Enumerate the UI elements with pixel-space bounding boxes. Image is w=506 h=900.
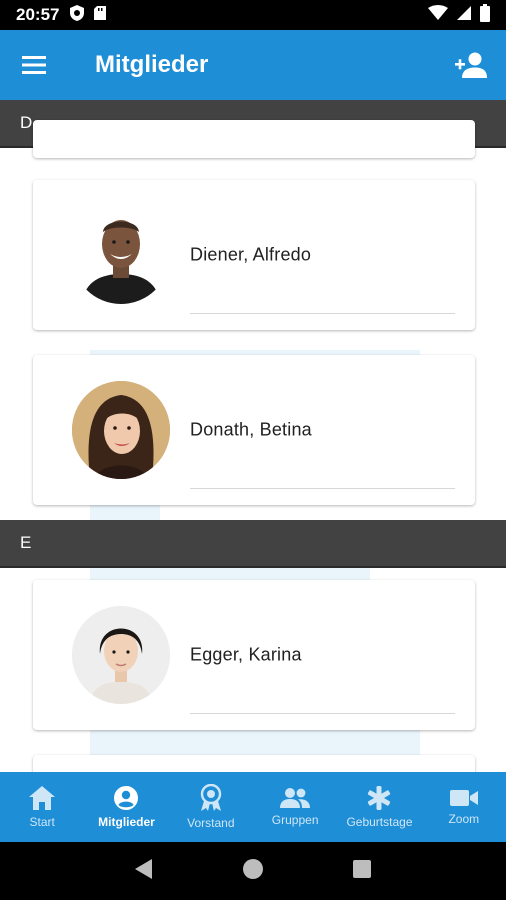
home-icon xyxy=(29,786,56,810)
nav-label: Mitglieder xyxy=(98,815,155,829)
back-triangle-icon xyxy=(135,858,152,879)
nav-label: Geburtstage xyxy=(346,815,413,829)
recents-button[interactable] xyxy=(352,859,372,884)
group-icon xyxy=(280,788,311,808)
app-bar: Mitglieder xyxy=(0,30,506,100)
bottom-navigation: Start Mitglieder Vorstand Gruppen Geburt… xyxy=(0,772,506,842)
nav-label: Zoom xyxy=(448,812,480,826)
member-name: Diener, Alfredo xyxy=(190,244,312,265)
home-circle-icon xyxy=(243,858,263,879)
battery-icon xyxy=(480,3,490,27)
list-item[interactable] xyxy=(33,755,475,772)
nav-zoom[interactable]: Zoom xyxy=(422,772,506,842)
member-name: Donath, Betina xyxy=(190,419,312,440)
account-circle-icon xyxy=(114,786,139,810)
recents-square-icon xyxy=(353,859,371,878)
member-list[interactable]: D Diener, Alfredo Donath, Betina E Egger… xyxy=(0,100,506,772)
section-header-e: E xyxy=(0,520,506,568)
home-button[interactable] xyxy=(242,858,264,885)
status-bar: 20:57 xyxy=(0,0,506,30)
section-letter: E xyxy=(20,533,32,552)
nav-label: Start xyxy=(29,815,55,829)
divider xyxy=(190,713,455,714)
avatar xyxy=(72,206,170,304)
asterisk-icon xyxy=(368,786,391,810)
nav-label: Gruppen xyxy=(271,813,319,827)
signal-icon xyxy=(456,5,472,26)
nav-mitglieder[interactable]: Mitglieder xyxy=(84,772,168,842)
section-letter: D xyxy=(20,113,33,132)
sd-card-icon xyxy=(93,5,107,26)
video-camera-icon xyxy=(449,790,478,806)
nav-gruppen[interactable]: Gruppen xyxy=(253,772,337,842)
nav-vorstand[interactable]: Vorstand xyxy=(169,772,253,842)
back-button[interactable] xyxy=(134,858,154,885)
system-nav-bar xyxy=(0,842,506,900)
list-item[interactable] xyxy=(33,120,475,158)
member-name: Egger, Karina xyxy=(190,644,302,665)
nav-start[interactable]: Start xyxy=(0,772,84,842)
divider xyxy=(190,488,455,489)
nav-geburtstage[interactable]: Geburtstage xyxy=(337,772,421,842)
person-add-icon xyxy=(455,52,487,78)
add-member-button[interactable] xyxy=(436,30,506,100)
member-card[interactable]: Diener, Alfredo xyxy=(33,180,475,330)
member-card[interactable]: Donath, Betina xyxy=(33,355,475,505)
menu-icon xyxy=(22,56,46,74)
shield-icon xyxy=(69,4,85,27)
award-icon xyxy=(200,784,222,811)
avatar xyxy=(72,606,170,704)
avatar xyxy=(72,381,170,479)
divider xyxy=(190,313,455,314)
nav-label: Vorstand xyxy=(187,816,235,830)
wifi-icon xyxy=(428,4,448,26)
status-time: 20:57 xyxy=(16,5,60,24)
member-card[interactable]: Egger, Karina xyxy=(33,580,475,730)
page-title: Mitglieder xyxy=(95,51,209,78)
menu-button[interactable] xyxy=(0,30,70,100)
